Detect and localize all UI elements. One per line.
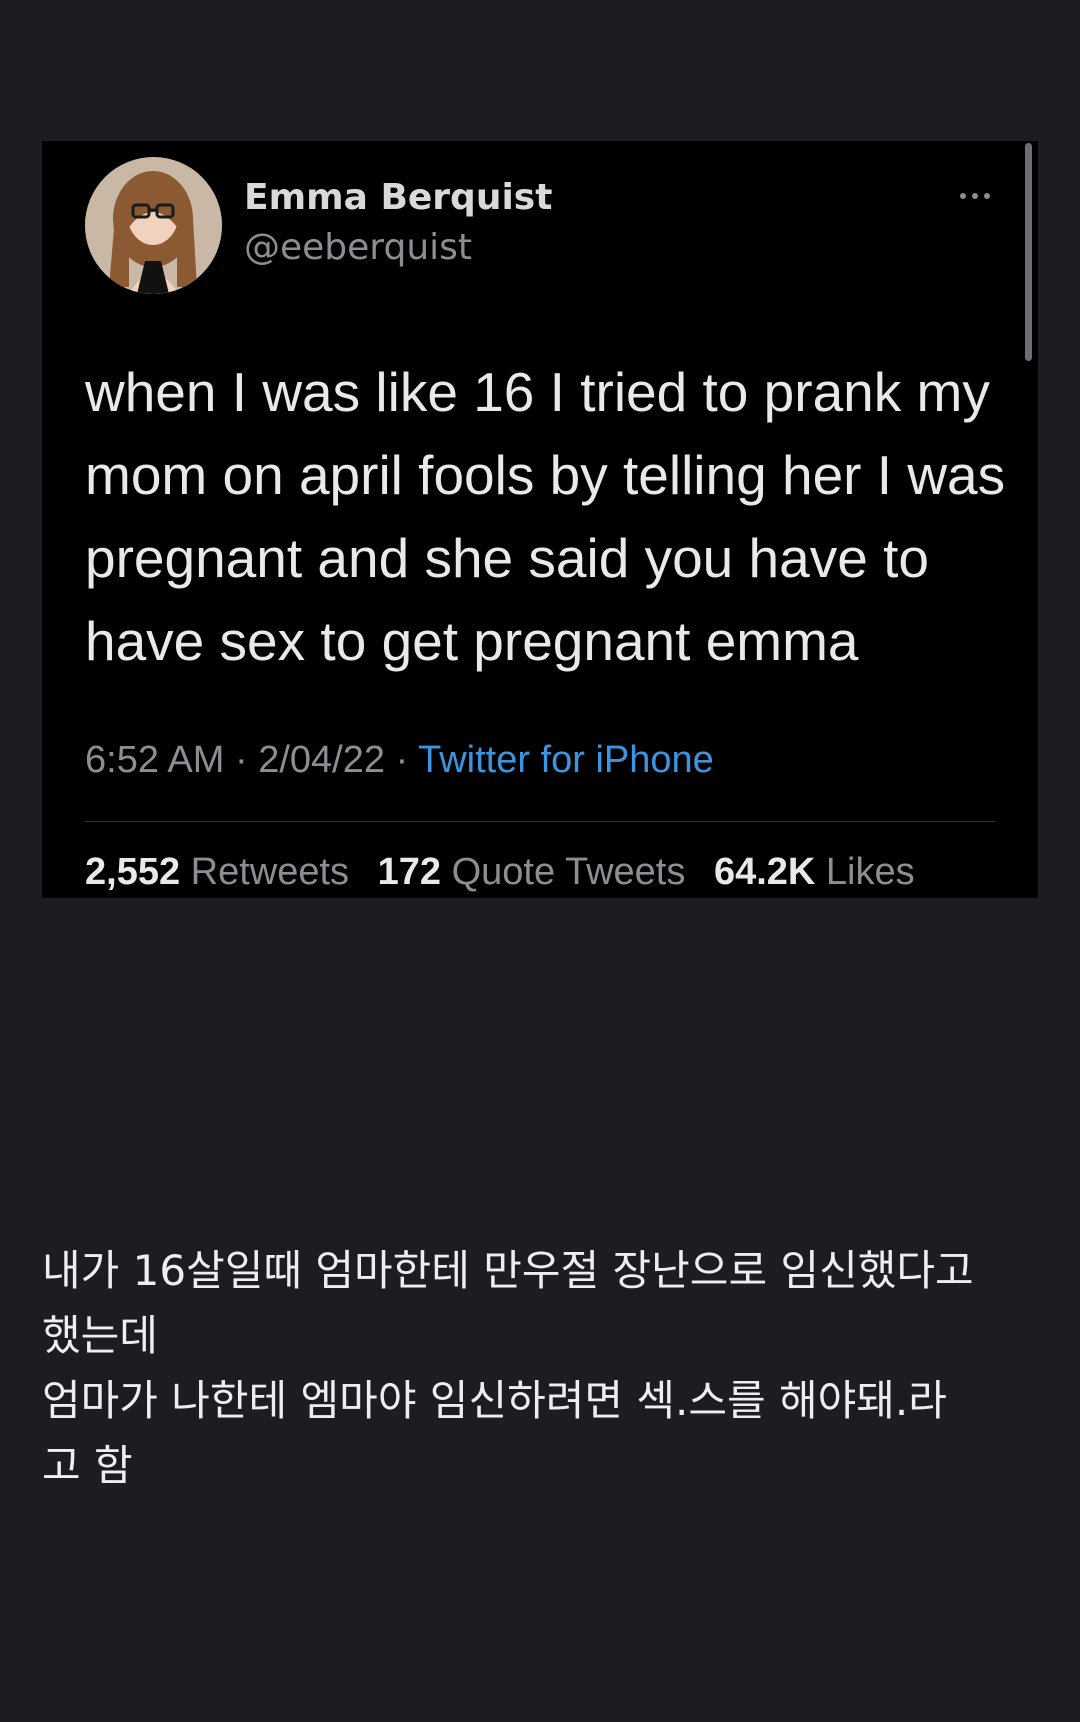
tweet-date[interactable]: 2/04/22 xyxy=(258,739,385,781)
more-options-button[interactable] xyxy=(945,181,1005,211)
tweet-stats: 2,552 Retweets 172 Quote Tweets 64.2K Li… xyxy=(85,851,933,894)
likes-count: 64.2K xyxy=(713,851,816,893)
quote-tweets-label: Quote Tweets xyxy=(451,851,686,893)
tweet-text: when I was like 16 I tried to prank my m… xyxy=(85,361,1006,672)
retweets-stat[interactable]: 2,552 Retweets xyxy=(85,851,349,893)
retweets-count: 2,552 xyxy=(85,851,181,893)
retweets-label: Retweets xyxy=(190,851,350,893)
author-handle[interactable]: @eeberquist xyxy=(244,227,472,268)
scrollbar-thumb[interactable] xyxy=(1025,143,1032,361)
likes-label: Likes xyxy=(825,851,915,893)
author-name[interactable]: Emma Berquist xyxy=(244,177,552,218)
tweet-meta: 6:52 AM · 2/04/22 · Twitter for iPhone xyxy=(85,739,714,782)
caption-line: 엄마가 나한테 엠마야 임신하려면 섹.스를 해야돼.라 xyxy=(42,1376,947,1425)
meta-separator: · xyxy=(395,739,409,781)
meta-separator: · xyxy=(234,739,248,781)
quote-tweets-stat[interactable]: 172 Quote Tweets xyxy=(378,851,686,893)
caption-text: 내가 16살일때 엄마한테 만우절 장난으로 임신했다고 했는데 엄마가 나한테… xyxy=(42,1238,1042,1498)
tweet-card: Emma Berquist @eeberquist when I was lik… xyxy=(42,141,1038,898)
ellipsis-icon xyxy=(972,193,978,199)
ellipsis-icon xyxy=(960,193,966,199)
scrollbar[interactable] xyxy=(1022,141,1038,898)
caption-line: 내가 16살일때 엄마한테 만우절 장난으로 임신했다고 xyxy=(42,1246,974,1295)
profile-photo-icon xyxy=(85,157,222,294)
avatar[interactable] xyxy=(85,157,222,294)
quote-tweets-count: 172 xyxy=(377,851,442,893)
ellipsis-icon xyxy=(984,193,990,199)
caption-line: 했는데 xyxy=(42,1311,158,1360)
likes-stat[interactable]: 64.2K Likes xyxy=(714,851,915,893)
tweet-source-link[interactable]: Twitter for iPhone xyxy=(418,739,714,781)
tweet-time: 6:52 AM xyxy=(85,739,225,781)
divider xyxy=(85,821,995,822)
caption-line: 고 함 xyxy=(42,1441,133,1490)
